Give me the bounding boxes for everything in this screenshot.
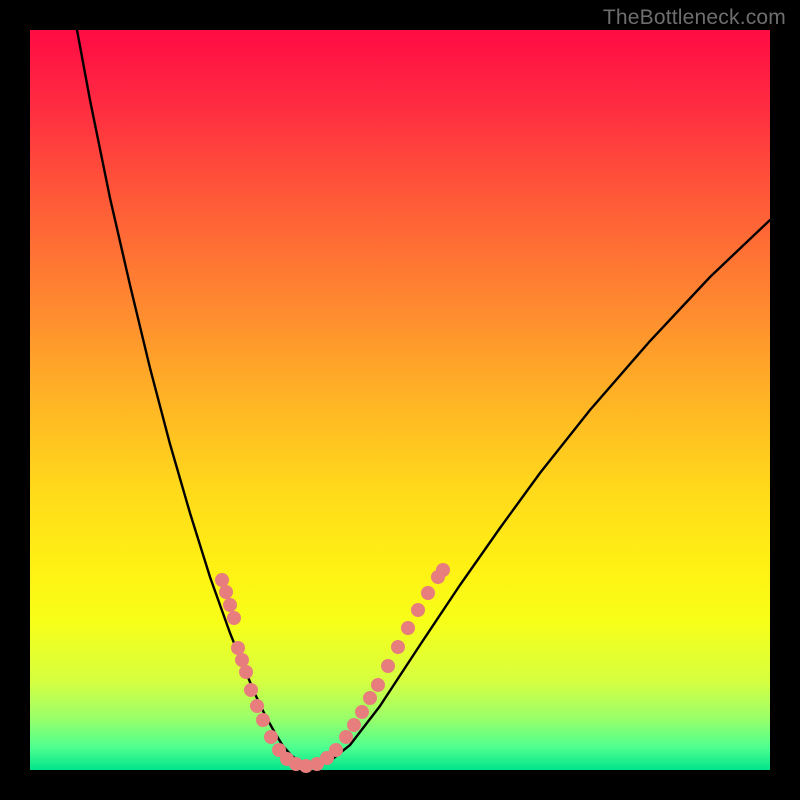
highlight-point	[223, 598, 237, 612]
highlight-point	[244, 683, 258, 697]
highlight-point	[371, 678, 385, 692]
highlight-point	[256, 713, 270, 727]
highlight-point	[219, 585, 233, 599]
highlight-point	[239, 665, 253, 679]
watermark-text: TheBottleneck.com	[603, 6, 786, 30]
highlight-point	[381, 659, 395, 673]
highlight-point	[227, 611, 241, 625]
highlight-point	[391, 640, 405, 654]
highlight-point	[329, 743, 343, 757]
highlight-point	[411, 603, 425, 617]
chart-frame: TheBottleneck.com	[0, 0, 800, 800]
chart-overlay-svg	[30, 30, 770, 770]
highlight-point	[363, 691, 377, 705]
highlight-point	[231, 641, 245, 655]
highlight-point	[215, 573, 229, 587]
highlight-point	[421, 586, 435, 600]
highlight-point	[235, 653, 249, 667]
highlight-point	[436, 563, 450, 577]
highlight-point	[347, 718, 361, 732]
highlight-point	[250, 699, 264, 713]
highlighted-points-group	[215, 563, 450, 773]
bottleneck-curve	[77, 30, 770, 765]
highlight-point	[339, 730, 353, 744]
highlight-point	[401, 621, 415, 635]
highlight-point	[264, 730, 278, 744]
highlight-point	[355, 705, 369, 719]
